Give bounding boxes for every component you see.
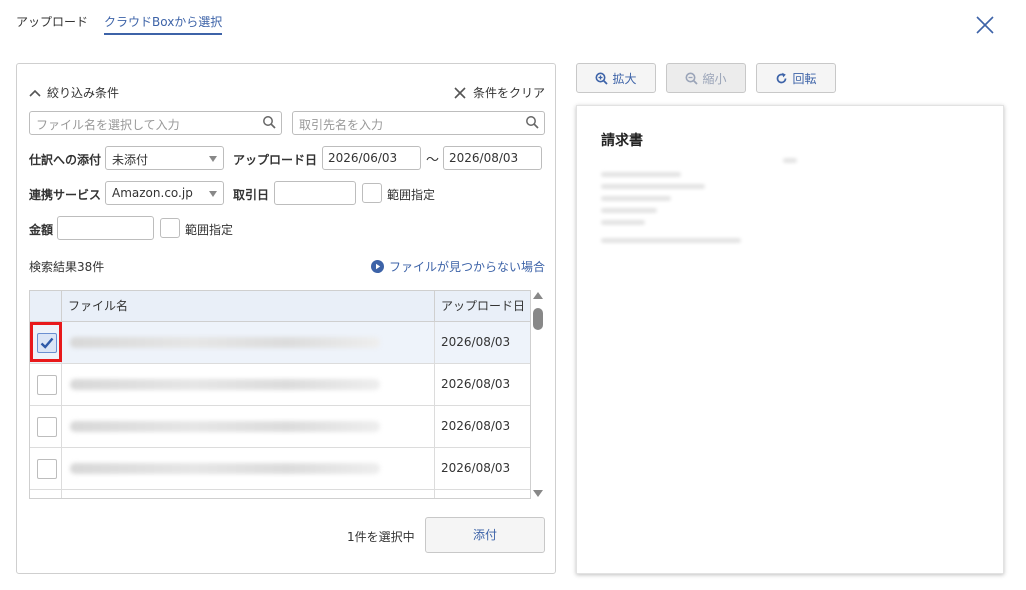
journal-attach-value: 未添付 bbox=[112, 153, 149, 167]
row-divider bbox=[434, 322, 435, 364]
row-upload-date: 2026/08/03 bbox=[441, 419, 511, 433]
row-divider bbox=[434, 448, 435, 490]
caret-down-icon bbox=[209, 156, 217, 162]
upload-date-to-value: 2026/08/03 bbox=[449, 151, 519, 165]
file-name-placeholder: ファイル名を選択して入力 bbox=[36, 118, 180, 132]
header-divider bbox=[61, 291, 62, 322]
blurred-text bbox=[601, 196, 671, 201]
row-checkbox[interactable] bbox=[37, 417, 57, 437]
upload-date-from-input[interactable]: 2026/06/03 bbox=[322, 146, 421, 170]
clear-filter-button[interactable]: 条件をクリア bbox=[453, 84, 545, 101]
upload-date-from-value: 2026/06/03 bbox=[328, 151, 398, 165]
transaction-range-checkbox[interactable] bbox=[362, 183, 382, 203]
table-row[interactable]: 2026/08/03 bbox=[30, 448, 530, 490]
row-upload-date: 2026/08/03 bbox=[441, 377, 511, 391]
close-icon bbox=[454, 86, 466, 99]
row-divider bbox=[61, 406, 62, 448]
file-not-found-help-link[interactable]: ファイルが見つからない場合 bbox=[370, 258, 545, 275]
row-divider bbox=[434, 490, 435, 498]
zoom-in-button[interactable]: 拡大 bbox=[576, 63, 656, 93]
amount-input[interactable] bbox=[57, 216, 154, 240]
blurred-text bbox=[601, 208, 657, 213]
amount-label: 金額 bbox=[29, 223, 54, 237]
partner-placeholder: 取引先名を入力 bbox=[299, 118, 384, 132]
row-divider bbox=[61, 490, 62, 498]
row-divider bbox=[434, 364, 435, 406]
tab-cloud-box[interactable]: クラウドBoxから選択 bbox=[104, 13, 223, 35]
scroll-up-icon[interactable] bbox=[533, 292, 543, 299]
zoom-in-icon bbox=[595, 72, 609, 85]
row-upload-date: 2026/08/03 bbox=[441, 335, 511, 349]
column-header-file-name[interactable]: ファイル名 bbox=[68, 291, 128, 322]
play-circle-icon bbox=[370, 260, 384, 273]
close-icon[interactable] bbox=[974, 14, 996, 36]
scroll-down-icon[interactable] bbox=[533, 490, 543, 497]
file-name-blurred bbox=[70, 337, 380, 348]
file-table: ファイル名 アップロード日 2026/08/03 2026/08/03 2026… bbox=[29, 290, 531, 499]
service-select[interactable]: Amazon.co.jp bbox=[105, 181, 224, 205]
table-row[interactable]: 2026/08/03 bbox=[30, 406, 530, 448]
selected-count: 1件を選択中 bbox=[347, 530, 415, 544]
column-header-upload-date[interactable]: アップロード日 bbox=[441, 291, 525, 322]
document-preview: 請求書 bbox=[576, 105, 1004, 574]
rotate-button[interactable]: 回転 bbox=[756, 63, 836, 93]
rotate-icon bbox=[777, 72, 787, 83]
service-value: Amazon.co.jp bbox=[112, 186, 193, 200]
zoom-out-label: 縮小 bbox=[702, 71, 727, 86]
file-name-blurred bbox=[70, 463, 380, 474]
row-checkbox[interactable] bbox=[37, 375, 57, 395]
upload-date-label: アップロード日 bbox=[233, 153, 318, 167]
attach-button[interactable]: 添付 bbox=[425, 517, 545, 553]
result-count: 検索結果38件 bbox=[29, 260, 105, 274]
journal-attach-select[interactable]: 未添付 bbox=[105, 146, 224, 170]
transaction-range-label: 範囲指定 bbox=[387, 188, 436, 202]
partner-search-input[interactable]: 取引先名を入力 bbox=[292, 111, 545, 135]
amount-range-checkbox[interactable] bbox=[160, 218, 180, 238]
table-row[interactable]: 2026/08/03 bbox=[30, 364, 530, 406]
transaction-date-label: 取引日 bbox=[233, 188, 270, 202]
blurred-text bbox=[601, 238, 741, 243]
file-name-blurred bbox=[70, 421, 380, 432]
row-divider bbox=[61, 364, 62, 406]
highlight-box bbox=[30, 322, 62, 362]
filter-toggle-label: 絞り込み条件 bbox=[47, 86, 120, 100]
filter-toggle[interactable]: 絞り込み条件 bbox=[29, 84, 119, 101]
table-scrollbar[interactable] bbox=[531, 290, 545, 499]
zoom-out-icon bbox=[685, 72, 699, 85]
chevron-up-icon bbox=[29, 89, 41, 97]
clear-filter-label: 条件をクリア bbox=[472, 86, 545, 100]
zoom-out-button[interactable]: 縮小 bbox=[666, 63, 746, 93]
blurred-text bbox=[601, 184, 705, 189]
table-header: ファイル名 アップロード日 bbox=[30, 291, 530, 322]
table-row[interactable] bbox=[30, 490, 530, 498]
tab-upload[interactable]: アップロード bbox=[16, 13, 88, 30]
file-name-blurred bbox=[70, 379, 380, 390]
file-search-panel: 絞り込み条件 条件をクリア ファイル名を選択して入力 取引先名を入力 仕訳への添… bbox=[16, 63, 556, 574]
zoom-in-label: 拡大 bbox=[612, 71, 637, 86]
transaction-date-input[interactable] bbox=[274, 181, 356, 205]
row-divider bbox=[434, 406, 435, 448]
range-separator: 〜 bbox=[426, 153, 440, 168]
search-icon bbox=[525, 115, 540, 133]
journal-attach-label: 仕訳への添付 bbox=[29, 153, 102, 167]
help-link-label: ファイルが見つからない場合 bbox=[388, 260, 545, 274]
row-divider bbox=[61, 448, 62, 490]
document-title: 請求書 bbox=[601, 133, 643, 149]
table-row[interactable]: 2026/08/03 bbox=[30, 322, 530, 364]
header-divider bbox=[434, 291, 435, 322]
blurred-text bbox=[601, 220, 645, 225]
row-checkbox[interactable] bbox=[37, 459, 57, 479]
amount-range-label: 範囲指定 bbox=[185, 223, 234, 237]
file-name-search-input[interactable]: ファイル名を選択して入力 bbox=[29, 111, 282, 135]
scroll-thumb[interactable] bbox=[533, 308, 543, 330]
rotate-label: 回転 bbox=[792, 71, 817, 86]
upload-date-to-input[interactable]: 2026/08/03 bbox=[443, 146, 542, 170]
row-upload-date: 2026/08/03 bbox=[441, 461, 511, 475]
service-label: 連携サービス bbox=[29, 188, 102, 202]
search-icon bbox=[262, 115, 277, 133]
blurred-text bbox=[783, 158, 797, 163]
blurred-text bbox=[601, 172, 681, 177]
caret-down-icon bbox=[209, 191, 217, 197]
